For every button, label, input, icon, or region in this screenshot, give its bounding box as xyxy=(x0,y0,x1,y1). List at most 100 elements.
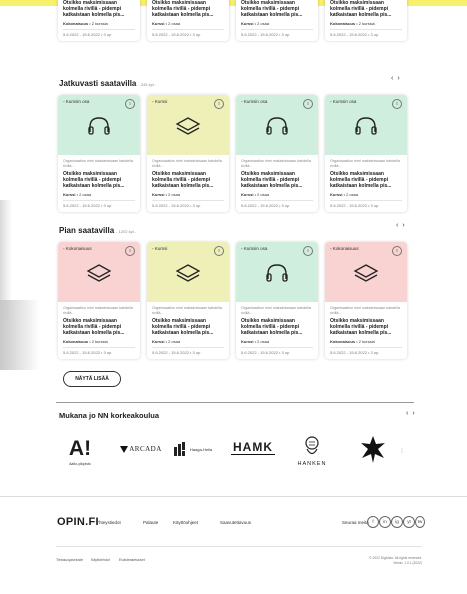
arcada-logo-text: ARCADA xyxy=(129,445,162,453)
footer-logo[interactable]: OPIN.FI xyxy=(57,516,99,528)
chevron-right-icon[interactable]: › xyxy=(402,222,408,229)
section-count: - 1202 kpl - xyxy=(116,229,137,234)
version-line: Versio: 1.0.1 (2022) xyxy=(393,561,422,565)
card-meta: Kurssi • 2 osaa xyxy=(241,21,270,26)
course-card[interactable]: Otsikko maksimissaan kolmella rivillä - … xyxy=(325,0,407,41)
card-body: Organisaation nimi maksimissaan kahdella… xyxy=(236,302,318,359)
headphones-icon xyxy=(236,258,318,288)
card-body: Organisaation nimi maksimissaan kahdella… xyxy=(147,155,229,212)
card-organization: Organisaation nimi maksimissaan kahdella… xyxy=(63,306,133,315)
chevron-right-icon[interactable]: › xyxy=(397,75,403,82)
bookmark-icon[interactable]: ⌑ xyxy=(303,99,313,109)
section-count: - 245 kpl - xyxy=(138,82,157,87)
card-organization: Organisaation nimi maksimissaan kahdella… xyxy=(63,159,133,168)
course-card[interactable]: ◦ Kokonaisuus ⌑ Organisaation nimi maksimi… xyxy=(58,242,140,359)
card-meta: Kokonaisuus • 2 kurssia xyxy=(330,21,375,26)
course-card[interactable]: Otsikko maksimissaan kolmella rivillä - … xyxy=(236,0,318,41)
course-card[interactable]: ◦ Kurssin osa ⌑ Organisaation nimi maksimi… xyxy=(236,95,318,212)
card-body: Organisaation nimi maksimissaan kahdella… xyxy=(58,155,140,212)
carousel-arrows: ‹› xyxy=(391,75,404,82)
card-date: 5.6.2022 - 15.6.2022 • 3 op xyxy=(241,29,313,38)
card-type-tag: ◦ Kurssin osa xyxy=(241,99,268,104)
haaga-helia-logo[interactable]: Haaga-Helia xyxy=(173,440,213,458)
card-body: Otsikko maksimissaan kolmella rivillä - … xyxy=(325,0,407,41)
card-date: 5.6.2022 - 15.6.2022 • 3 op xyxy=(63,200,135,209)
linkedin-icon[interactable]: in xyxy=(379,516,391,528)
course-card[interactable]: ◦ Kurssi ⌑ Organisaation nimi maksimissaan… xyxy=(147,95,229,212)
course-card[interactable]: ◦ Kokonaisuus ⌑ Organisaation nimi maksimi… xyxy=(325,242,407,359)
card-title: Otsikko maksimissaan kolmella rivillä - … xyxy=(152,171,214,189)
layers-icon xyxy=(58,258,140,288)
show-more-button[interactable]: NÄYTÄ LISÄÄ xyxy=(63,371,121,387)
haaga-helia-text: Haaga-Helia xyxy=(189,446,213,452)
card-meta: Kurssi • 2 osaa xyxy=(152,339,181,344)
partners-section: Mukana jo NN korkeakoulua ‹› A! Aalto-yl… xyxy=(56,402,414,482)
hanken-logo-text: HANKEN xyxy=(297,460,327,467)
card-title: Otsikko maksimissaan kolmella rivillä - … xyxy=(63,171,125,189)
footer-link-feedback[interactable]: Palaute xyxy=(143,520,158,525)
bookmark-icon[interactable]: ⌑ xyxy=(392,246,402,256)
course-card[interactable]: Otsikko maksimissaan kolmella rivillä - … xyxy=(58,0,140,41)
twitter-icon[interactable]: tw xyxy=(415,516,425,528)
bookmark-icon[interactable]: ⌑ xyxy=(125,246,135,256)
card-organization: Organisaation nimi maksimissaan kahdella… xyxy=(330,306,400,315)
bookmark-icon[interactable]: ⌑ xyxy=(303,246,313,256)
card-image: ◦ Kurssin osa ⌑ xyxy=(58,95,140,155)
university-logo[interactable] xyxy=(356,430,390,468)
facebook-icon[interactable]: f xyxy=(367,516,379,528)
card-date: 5.6.2022 - 15.6.2022 • 3 op xyxy=(63,347,135,356)
card-date: 5.6.2022 - 15.6.2022 • 3 op xyxy=(152,29,224,38)
section-title: Pian saatavilla xyxy=(59,226,115,235)
arcada-logo[interactable]: ARCADA xyxy=(116,442,166,456)
card-title: Otsikko maksimissaan kolmella rivillä - … xyxy=(241,0,303,18)
card-body: Otsikko maksimissaan kolmella rivillä - … xyxy=(147,0,229,41)
hanken-logo[interactable]: HANKEN xyxy=(292,428,332,474)
bookmark-icon[interactable]: ⌑ xyxy=(392,99,402,109)
university-emblem-icon xyxy=(361,436,385,463)
hanken-emblem-icon xyxy=(305,435,319,454)
course-card[interactable]: ◦ Kurssi ⌑ Organisaation nimi maksimissaan… xyxy=(147,242,229,359)
card-meta: Kurssi • 2 osaa xyxy=(63,192,92,197)
footer-divider-inner xyxy=(56,546,422,547)
copyright-text: © 2022 Digivisio. All rights reserved. V… xyxy=(354,556,422,566)
card-body: Organisaation nimi maksimissaan kahdella… xyxy=(236,155,318,212)
instagram-icon[interactable]: ig xyxy=(391,516,403,528)
card-date: 5.6.2022 - 15.6.2022 • 3 op xyxy=(330,29,402,38)
chevron-right-icon[interactable]: › xyxy=(412,410,418,417)
course-card[interactable]: Otsikko maksimissaan kolmella rivillä - … xyxy=(147,0,229,41)
footer-link-contact[interactable]: Yhteystiedot xyxy=(96,520,121,525)
aalto-logo-text: Aalto-yliopisto xyxy=(69,462,91,466)
bookmark-icon[interactable]: ⌑ xyxy=(214,99,224,109)
headphones-icon xyxy=(325,111,407,141)
footer-link-terms[interactable]: Käyttöehdot xyxy=(91,558,110,562)
aalto-logo-mark: A! xyxy=(68,437,92,460)
course-card[interactable]: ◦ Kurssin osa ⌑ Organisaation nimi maksimi… xyxy=(58,95,140,212)
card-organization: Organisaation nimi maksimissaan kahdella… xyxy=(241,306,311,315)
card-title: Otsikko maksimissaan kolmella rivillä - … xyxy=(152,0,214,18)
hamk-logo[interactable]: HAMK xyxy=(230,438,276,458)
card-image: ◦ Kurssi ⌑ xyxy=(147,242,229,302)
footer-link-accessibility[interactable]: Saavutettavuus xyxy=(220,520,251,525)
carousel-arrows: ‹› xyxy=(406,410,419,417)
card-body: Organisaation nimi maksimissaan kahdella… xyxy=(58,302,140,359)
card-title: Otsikko maksimissaan kolmella rivillä - … xyxy=(152,318,214,336)
card-meta: Kurssi • 2 osaa xyxy=(330,192,359,197)
bookmark-icon[interactable]: ⌑ xyxy=(214,246,224,256)
footer-link-privacy[interactable]: Tietosuojaseloste xyxy=(56,558,83,562)
footer-link-cookies[interactable]: Evästeasetukset xyxy=(119,558,145,562)
haaga-helia-mark-icon xyxy=(173,442,185,456)
card-organization: Organisaation nimi maksimissaan kahdella… xyxy=(241,159,311,168)
divider xyxy=(56,402,414,403)
card-title: Otsikko maksimissaan kolmella rivillä - … xyxy=(241,318,303,336)
course-card[interactable]: ◦ Kurssin osa ⌑ Organisaation nimi maksimi… xyxy=(325,95,407,212)
card-organization: Organisaation nimi maksimissaan kahdella… xyxy=(152,159,222,168)
card-title: Otsikko maksimissaan kolmella rivillä - … xyxy=(330,318,392,336)
card-body: Organisaation nimi maksimissaan kahdella… xyxy=(325,155,407,212)
layers-icon xyxy=(325,258,407,288)
youtube-icon[interactable]: yt xyxy=(403,516,415,528)
course-card[interactable]: ◦ Kurssin osa ⌑ Organisaation nimi maksimi… xyxy=(236,242,318,359)
card-image: ◦ Kurssi ⌑ xyxy=(147,95,229,155)
bookmark-icon[interactable]: ⌑ xyxy=(125,99,135,109)
aalto-logo[interactable]: A! Aalto-yliopisto xyxy=(64,432,96,472)
footer-link-guides[interactable]: Käyttöohjeet xyxy=(173,520,198,525)
